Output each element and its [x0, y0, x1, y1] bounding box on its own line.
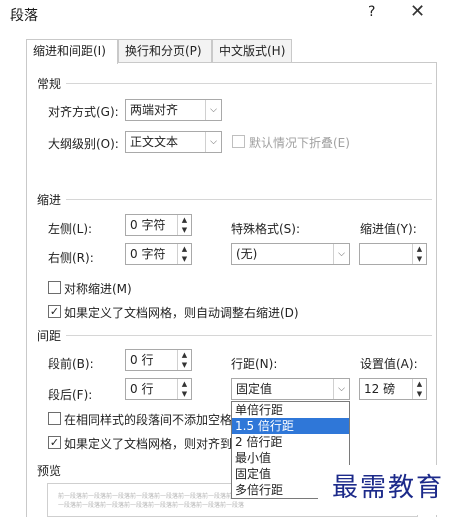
line-spacing-option-single[interactable]: 单倍行距: [232, 402, 349, 418]
snap-to-grid-label: 如果定义了文档网格，则对齐到: [64, 437, 233, 451]
alignment-value: 两端对齐: [130, 103, 179, 117]
spin-down-icon[interactable]: ▼: [413, 254, 426, 264]
indent-left-spinner[interactable]: 0 字符 ▲ ▼: [125, 214, 192, 236]
tab-indents-spacing[interactable]: 缩进和间距(I): [26, 39, 118, 64]
spacing-at-spinner[interactable]: 12 磅 ▲ ▼: [359, 378, 427, 400]
spin-up-icon[interactable]: ▲: [178, 244, 191, 254]
outline-level-select[interactable]: 正文文本 ⌵: [125, 131, 222, 153]
space-after-spinner[interactable]: 0 行 ▲ ▼: [125, 378, 192, 400]
alignment-select[interactable]: 两端对齐 ⌵: [125, 99, 222, 121]
spin-up-icon[interactable]: ▲: [178, 215, 191, 225]
indent-left-value: 0 字符: [130, 218, 166, 232]
spin-up-icon[interactable]: ▲: [413, 379, 426, 389]
space-after-label: 段后(F):: [48, 388, 93, 402]
space-before-spinner[interactable]: 0 行 ▲ ▼: [125, 349, 192, 371]
snap-to-grid-checkbox[interactable]: ✓: [48, 436, 61, 449]
collapse-label: 默认情况下折叠(E): [249, 136, 350, 150]
indent-right-label: 右侧(R):: [48, 251, 94, 265]
indent-by-label: 缩进值(Y):: [360, 222, 417, 236]
line-spacing-label: 行距(N):: [231, 357, 278, 371]
alignment-label: 对齐方式(G):: [48, 105, 119, 119]
outline-level-label: 大纲级别(O):: [48, 137, 119, 151]
spin-down-icon[interactable]: ▼: [178, 225, 191, 235]
collapse-checkbox[interactable]: [232, 135, 245, 148]
line-spacing-option-double[interactable]: 2 倍行距: [232, 434, 349, 450]
spin-up-icon[interactable]: ▲: [178, 379, 191, 389]
mirror-indent-label: 对称缩进(M): [64, 282, 132, 296]
indent-by-spinner[interactable]: ▲ ▼: [359, 243, 427, 265]
spacing-at-value: 12 磅: [364, 382, 396, 396]
spin-up-icon[interactable]: ▲: [413, 244, 426, 254]
indent-left-label: 左侧(L):: [48, 222, 93, 236]
close-icon[interactable]: ✕: [410, 1, 425, 22]
watermark-logo: 最需教育: [318, 465, 453, 515]
spin-down-icon[interactable]: ▼: [178, 360, 191, 370]
chevron-down-icon[interactable]: ⌵: [205, 132, 221, 152]
chevron-down-icon[interactable]: ⌵: [333, 379, 349, 399]
general-section-heading: 常规: [37, 77, 62, 91]
special-indent-value: (无): [236, 247, 258, 261]
line-spacing-option-at-least[interactable]: 最小值: [232, 450, 349, 466]
auto-adjust-indent-checkbox[interactable]: ✓: [48, 305, 61, 318]
spacing-divider: [66, 335, 432, 336]
spin-up-icon[interactable]: ▲: [178, 350, 191, 360]
space-before-value: 0 行: [130, 353, 154, 367]
spacing-section-heading: 间距: [37, 329, 62, 343]
preview-section-heading: 预览: [37, 464, 62, 478]
line-spacing-select[interactable]: 固定值 ⌵: [231, 378, 350, 400]
mirror-indent-checkbox[interactable]: [48, 281, 61, 294]
indent-divider: [66, 199, 432, 200]
auto-adjust-indent-label: 如果定义了文档网格，则自动调整右缩进(D): [64, 306, 299, 320]
indent-right-value: 0 字符: [130, 247, 166, 261]
no-space-same-style-checkbox[interactable]: [48, 412, 61, 425]
help-icon[interactable]: ?: [368, 4, 375, 20]
indent-section-heading: 缩进: [37, 193, 62, 207]
line-spacing-option-1-5[interactable]: 1.5 倍行距: [232, 418, 349, 434]
spin-down-icon[interactable]: ▼: [178, 389, 191, 399]
chevron-down-icon[interactable]: ⌵: [333, 244, 349, 264]
special-indent-label: 特殊格式(S):: [231, 222, 301, 236]
spin-down-icon[interactable]: ▼: [413, 389, 426, 399]
indent-right-spinner[interactable]: 0 字符 ▲ ▼: [125, 243, 192, 265]
tab-line-page-breaks[interactable]: 换行和分页(P): [118, 39, 212, 63]
chevron-down-icon[interactable]: ⌵: [205, 100, 221, 120]
line-spacing-value: 固定值: [236, 382, 273, 396]
dialog-title: 段落: [10, 8, 38, 24]
spin-down-icon[interactable]: ▼: [178, 254, 191, 264]
no-space-same-style-label: 在相同样式的段落间不添加空格: [64, 413, 233, 427]
special-indent-select[interactable]: (无) ⌵: [231, 243, 350, 265]
space-before-label: 段前(B):: [48, 357, 94, 371]
general-divider: [66, 83, 432, 84]
space-after-value: 0 行: [130, 382, 154, 396]
spacing-at-label: 设置值(A):: [360, 357, 418, 371]
outline-level-value: 正文文本: [130, 135, 179, 149]
tab-asian-typography[interactable]: 中文版式(H): [212, 39, 292, 63]
